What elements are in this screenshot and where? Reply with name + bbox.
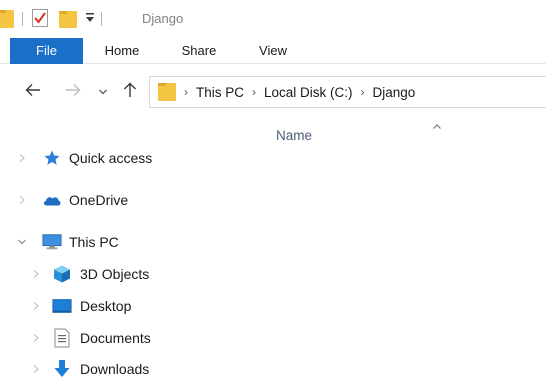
sort-ascending-icon — [432, 118, 442, 133]
nav-label-quick-access: Quick access — [69, 150, 153, 166]
folder-icon — [158, 81, 176, 104]
chevron-right-icon[interactable] — [30, 363, 42, 375]
breadcrumb-this-pc[interactable]: This PC — [196, 85, 244, 100]
toolbar-separator — [22, 12, 23, 26]
customize-toolbar-icon[interactable] — [85, 12, 95, 27]
nav-item-downloads[interactable]: Downloads — [0, 356, 250, 380]
tab-home[interactable]: Home — [100, 38, 144, 64]
nav-item-3d-objects[interactable]: 3D Objects — [0, 261, 250, 287]
name-column-header[interactable]: Name — [276, 128, 312, 143]
arrow-right-icon — [65, 83, 81, 100]
computer-icon — [42, 232, 62, 252]
nav-item-desktop[interactable]: Desktop — [0, 293, 250, 319]
folder-icon — [0, 8, 14, 31]
up-button[interactable] — [120, 78, 140, 104]
cube-icon — [52, 264, 72, 284]
nav-item-onedrive[interactable]: OneDrive — [0, 187, 250, 213]
nav-label-documents: Documents — [80, 330, 151, 346]
breadcrumb-separator-icon[interactable]: › — [252, 85, 256, 99]
chevron-down-icon[interactable] — [16, 236, 28, 248]
tab-view[interactable]: View — [253, 38, 293, 64]
nav-label-desktop: Desktop — [80, 298, 132, 314]
nav-item-quick-access[interactable]: Quick access — [0, 145, 250, 171]
address-bar[interactable]: › This PC › Local Disk (C:) › Django — [149, 76, 546, 108]
forward-button[interactable] — [62, 78, 84, 104]
breadcrumb-django[interactable]: Django — [373, 85, 416, 100]
nav-item-documents[interactable]: Documents — [0, 325, 250, 351]
chevron-right-icon[interactable] — [16, 152, 28, 164]
arrow-up-icon — [123, 82, 137, 101]
new-folder-icon[interactable] — [59, 8, 77, 31]
chevron-right-icon[interactable] — [30, 300, 42, 312]
chevron-right-icon[interactable] — [30, 268, 42, 280]
window-title: Django — [142, 11, 184, 26]
title-bar: Django — [0, 0, 546, 38]
nav-label-downloads: Downloads — [80, 361, 150, 377]
document-icon — [52, 328, 72, 348]
ribbon-tabs: File Home Share View — [0, 38, 546, 64]
nav-item-this-pc[interactable]: This PC — [0, 229, 250, 255]
breadcrumb: › This PC › Local Disk (C:) › Django — [150, 77, 415, 107]
quick-access-toolbar — [0, 8, 110, 30]
desktop-icon — [52, 296, 72, 316]
star-icon — [42, 148, 62, 168]
breadcrumb-separator-icon[interactable]: › — [361, 85, 365, 99]
breadcrumb-local-disk[interactable]: Local Disk (C:) — [264, 85, 353, 100]
nav-label-3d-objects: 3D Objects — [80, 266, 150, 282]
toolbar-separator — [101, 12, 102, 26]
tab-share[interactable]: Share — [176, 38, 222, 64]
nav-label-onedrive: OneDrive — [69, 192, 129, 208]
tab-file[interactable]: File — [10, 38, 83, 64]
back-button[interactable] — [22, 78, 44, 104]
arrow-left-icon — [25, 83, 41, 100]
recent-locations-button[interactable] — [96, 78, 110, 104]
navigation-bar: › This PC › Local Disk (C:) › Django — [0, 72, 546, 112]
nav-label-this-pc: This PC — [69, 234, 119, 250]
cloud-icon — [42, 190, 62, 210]
chevron-down-icon — [98, 84, 108, 99]
chevron-right-icon[interactable] — [16, 194, 28, 206]
properties-icon[interactable] — [31, 8, 49, 31]
chevron-right-icon[interactable] — [30, 332, 42, 344]
download-icon — [52, 359, 72, 379]
breadcrumb-separator-icon[interactable]: › — [184, 85, 188, 99]
